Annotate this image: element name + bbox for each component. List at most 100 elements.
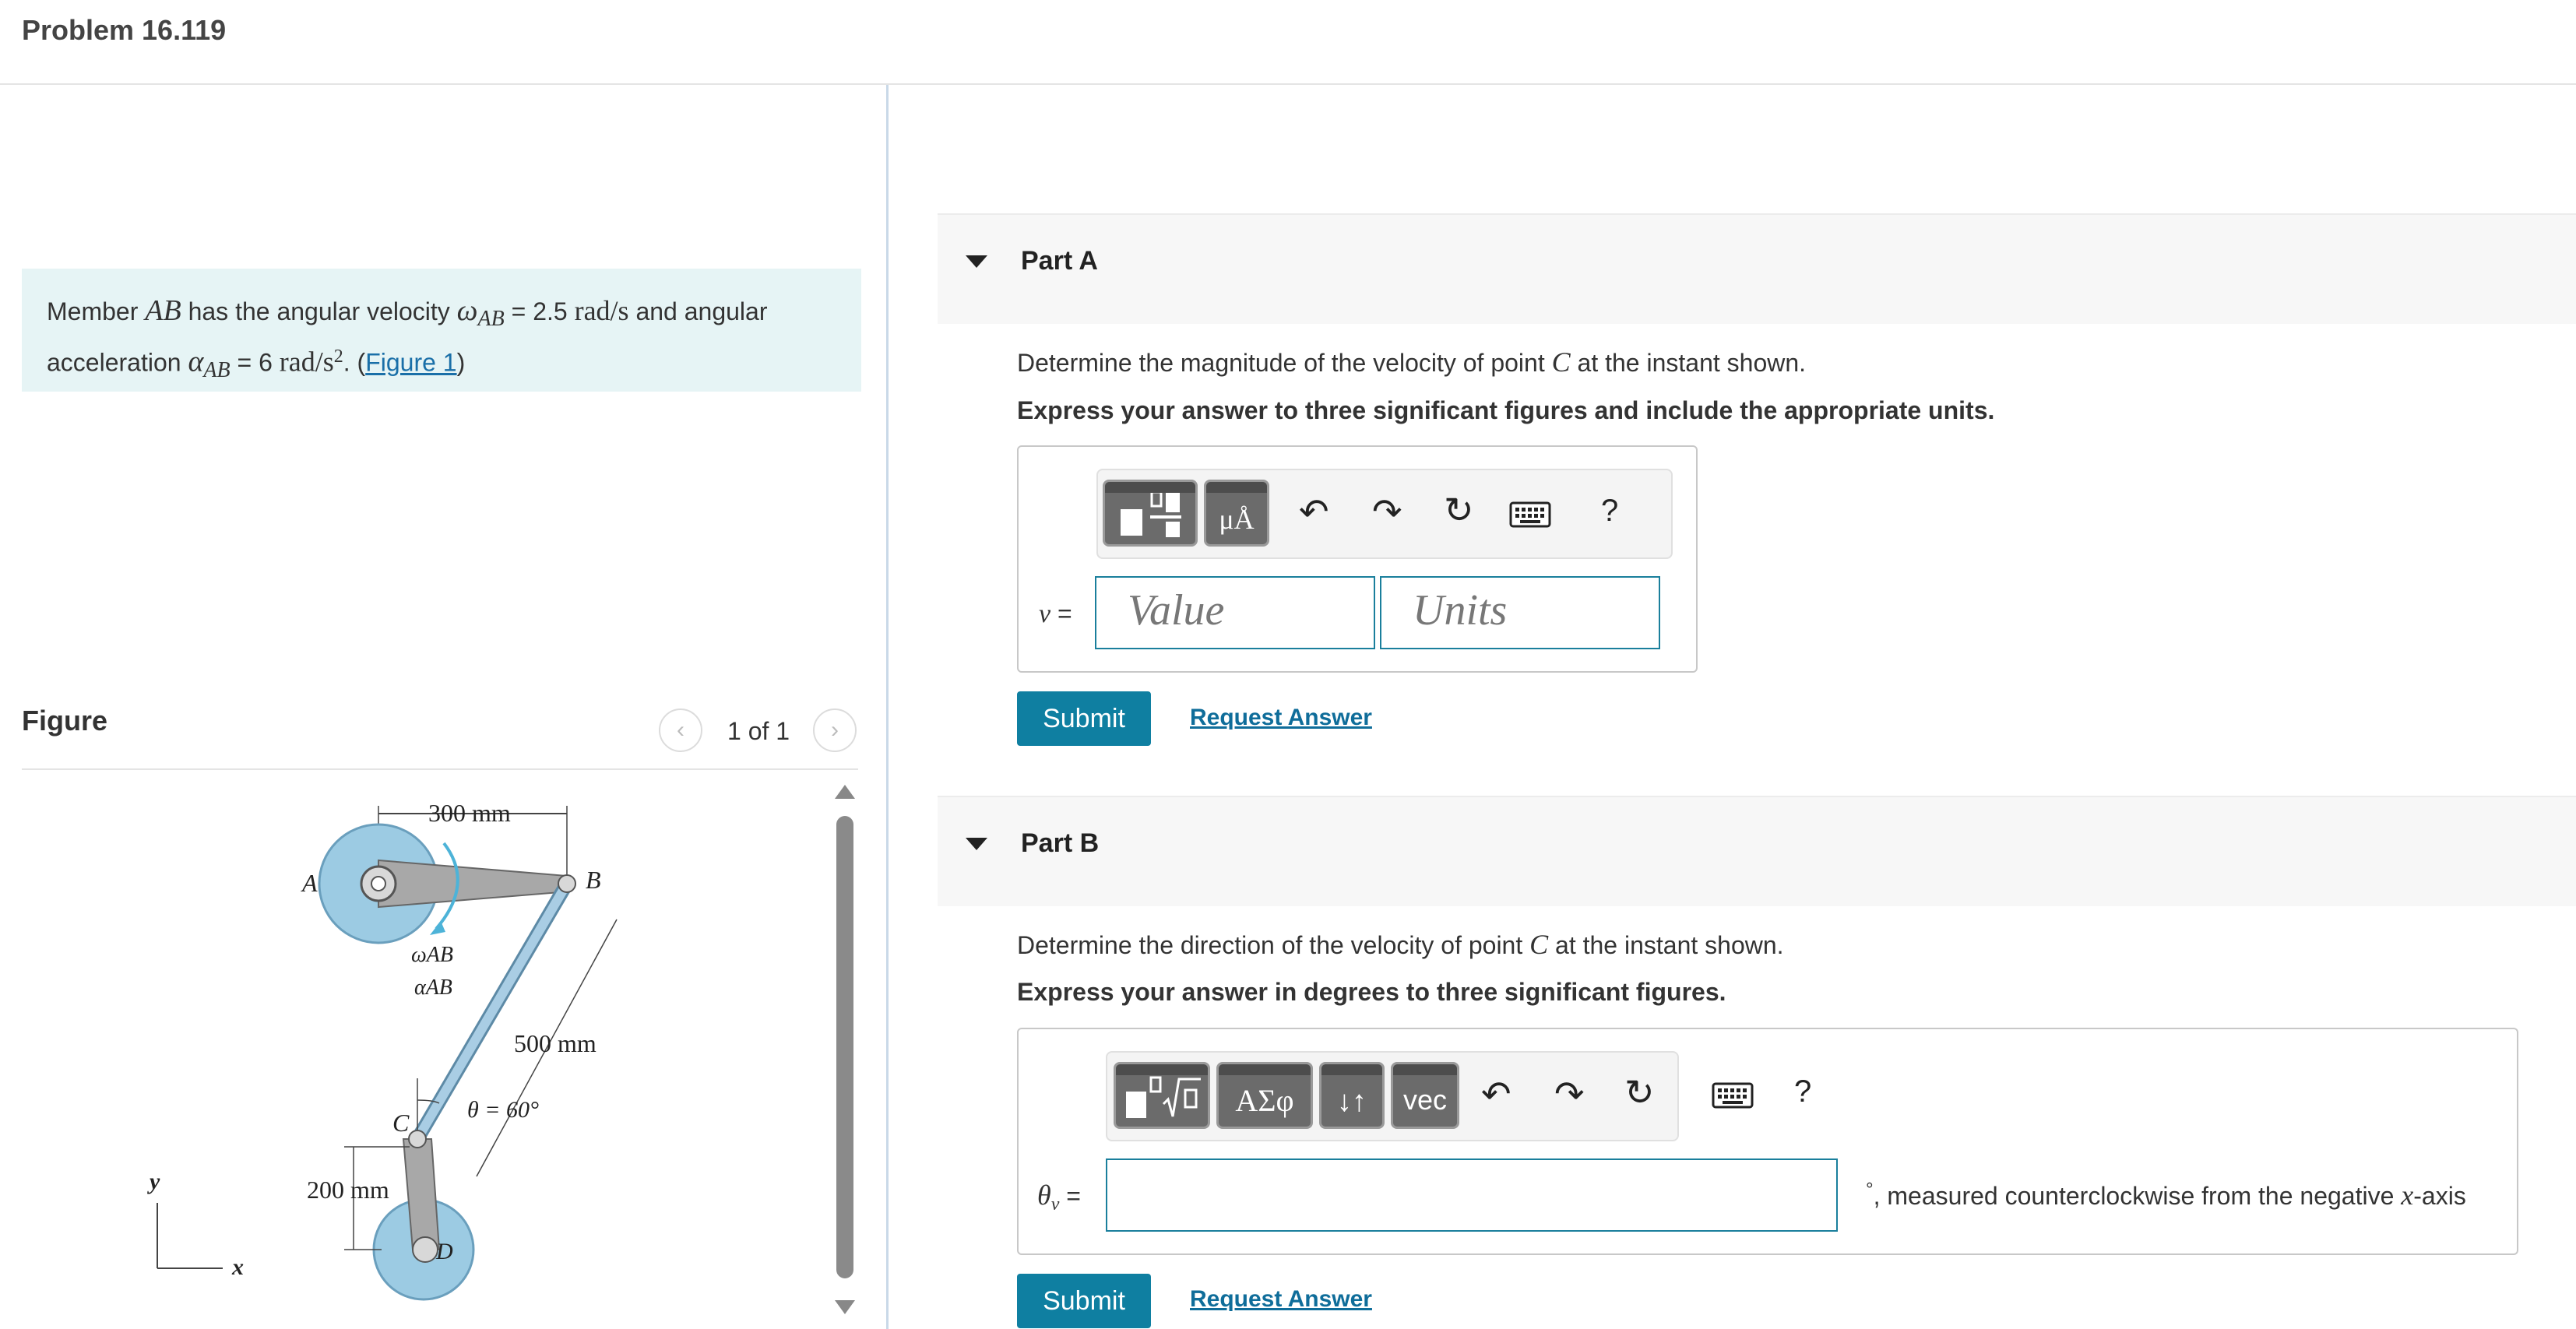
- part-a-question: Determine the magnitude of the velocity …: [1017, 346, 1806, 378]
- problem-text-span: Member: [47, 297, 146, 325]
- var-c: C: [1551, 346, 1571, 378]
- chevron-left-icon: ‹: [677, 717, 684, 743]
- label-alpha-ab: αAB: [414, 976, 452, 1000]
- help-icon[interactable]: ?: [1794, 1074, 1811, 1109]
- vec-button-label: vec: [1402, 1084, 1448, 1116]
- link-ab: [378, 859, 572, 909]
- templates-button[interactable]: [1114, 1062, 1210, 1129]
- label-500mm: 500 mm: [514, 1029, 596, 1057]
- scroll-up-arrow[interactable]: [835, 785, 855, 799]
- label-x: x: [231, 1254, 244, 1280]
- var-sub: AB: [477, 307, 505, 332]
- value-input[interactable]: Value: [1095, 576, 1375, 649]
- units-placeholder: Units: [1413, 586, 1508, 635]
- help-icon[interactable]: ?: [1601, 494, 1618, 529]
- equals-sign: =: [1059, 1182, 1081, 1210]
- header-bar: Problem 16.119: [0, 0, 2576, 85]
- part-a-var-label: v =: [1039, 599, 1072, 629]
- reset-icon[interactable]: ↻: [1444, 489, 1474, 531]
- part-a-title: Part A: [1021, 246, 1098, 276]
- label-b: B: [586, 866, 601, 894]
- equals-sign: =: [1050, 599, 1072, 628]
- page-title: Problem 16.119: [22, 14, 227, 46]
- question-text: at the instant shown.: [1570, 349, 1807, 377]
- part-a-instruction: Express your answer to three significant…: [1017, 396, 1995, 424]
- var-sub: v: [1050, 1194, 1060, 1215]
- scroll-down-arrow[interactable]: [835, 1300, 855, 1314]
- chevron-right-icon: ›: [831, 717, 839, 743]
- figure-counter: 1 of 1: [727, 717, 790, 745]
- suffix-end: -axis: [2413, 1182, 2466, 1210]
- label-a: A: [301, 869, 318, 897]
- figure-divider: [22, 768, 858, 770]
- value-placeholder: Value: [1128, 586, 1225, 635]
- previous-figure-button[interactable]: ‹: [659, 708, 702, 752]
- pin-a-center: [371, 876, 386, 891]
- part-b-submit-button[interactable]: Submit: [1017, 1274, 1151, 1328]
- label-y: y: [147, 1169, 160, 1194]
- pin-d: [412, 1236, 438, 1263]
- angle-suffix: °, measured counterclockwise from the ne…: [1866, 1179, 2466, 1211]
- redo-icon[interactable]: ↷: [1372, 490, 1402, 533]
- problem-text-span: = 6: [230, 349, 280, 378]
- keyboard-icon[interactable]: [1509, 501, 1551, 528]
- part-a-header[interactable]: Part A: [938, 213, 2576, 324]
- part-b-instruction: Express your answer in degrees to three …: [1017, 978, 1726, 1006]
- figure-heading: Figure: [22, 705, 108, 737]
- problem-text-span: and angular: [628, 297, 768, 325]
- omega-arrowhead: [430, 921, 445, 935]
- collapse-triangle-icon[interactable]: [966, 255, 987, 268]
- subscript-superscript-button[interactable]: ↓↑: [1319, 1062, 1385, 1129]
- arrows-button-label: ↓↑: [1337, 1085, 1367, 1118]
- part-a-request-answer-link[interactable]: Request Answer: [1190, 705, 1372, 731]
- part-a-toolbar: μÅ ↶ ↷ ↻ ?: [1096, 469, 1673, 559]
- part-b-header[interactable]: Part B: [938, 796, 2576, 906]
- label-200mm: 200 mm: [307, 1176, 389, 1204]
- question-text: at the instant shown.: [1548, 931, 1784, 959]
- var-ab: AB: [145, 294, 181, 327]
- pin-c: [408, 1130, 427, 1148]
- problem-statement: Member AB has the angular velocity ωAB =…: [22, 269, 861, 392]
- templates-button[interactable]: [1103, 480, 1198, 547]
- scrollbar-thumb[interactable]: [836, 816, 853, 1278]
- greek-symbols-button[interactable]: ΑΣφ: [1216, 1062, 1313, 1129]
- templates-icon: [1121, 490, 1181, 537]
- label-omega-ab: ωAB: [411, 943, 453, 967]
- undo-icon[interactable]: ↶: [1299, 490, 1329, 533]
- part-b-title: Part B: [1021, 828, 1100, 858]
- units-input[interactable]: Units: [1380, 576, 1660, 649]
- units-button[interactable]: μÅ: [1204, 480, 1269, 547]
- redo-icon[interactable]: ↷: [1554, 1073, 1585, 1115]
- collapse-triangle-icon[interactable]: [966, 838, 987, 850]
- label-c: C: [392, 1109, 410, 1137]
- exponent: 2: [333, 346, 343, 367]
- part-b-answer-box: ΑΣφ ↓↑ vec ↶ ↷ ↻ ? θv = °, measured coun…: [1017, 1028, 2518, 1255]
- problem-text-span: = 2.5: [504, 297, 575, 325]
- vector-button[interactable]: vec: [1391, 1062, 1459, 1129]
- var-sub: AB: [203, 358, 231, 383]
- undo-icon[interactable]: ↶: [1481, 1073, 1511, 1115]
- problem-text-span: acceleration: [47, 349, 188, 378]
- keyboard-icon[interactable]: [1712, 1082, 1754, 1109]
- part-b-toolbar: ΑΣφ ↓↑ vec ↶ ↷ ↻: [1106, 1051, 1679, 1141]
- degree-symbol: °: [1866, 1179, 1874, 1201]
- next-figure-button[interactable]: ›: [813, 708, 857, 752]
- label-d: D: [435, 1239, 453, 1264]
- unit: rad/s: [574, 295, 629, 326]
- part-a-submit-button[interactable]: Submit: [1017, 691, 1151, 746]
- problem-text-span: . (: [343, 349, 366, 378]
- problem-text-span: has the angular velocity: [181, 297, 457, 325]
- part-b-request-answer-link[interactable]: Request Answer: [1190, 1286, 1372, 1313]
- figure-link[interactable]: Figure 1: [365, 349, 456, 377]
- greek-button-label: ΑΣφ: [1235, 1082, 1294, 1118]
- var-theta: θ: [1037, 1180, 1051, 1211]
- unit: rad/s: [279, 346, 334, 378]
- question-text: Determine the magnitude of the velocity …: [1017, 349, 1552, 377]
- var-c: C: [1529, 929, 1549, 960]
- angle-input[interactable]: [1106, 1158, 1838, 1232]
- label-300mm: 300 mm: [428, 799, 511, 827]
- reset-icon[interactable]: ↻: [1624, 1071, 1655, 1113]
- label-theta: θ = 60°: [467, 1097, 539, 1123]
- part-b-question: Determine the direction of the velocity …: [1017, 928, 1784, 961]
- var-alpha: α: [188, 346, 204, 379]
